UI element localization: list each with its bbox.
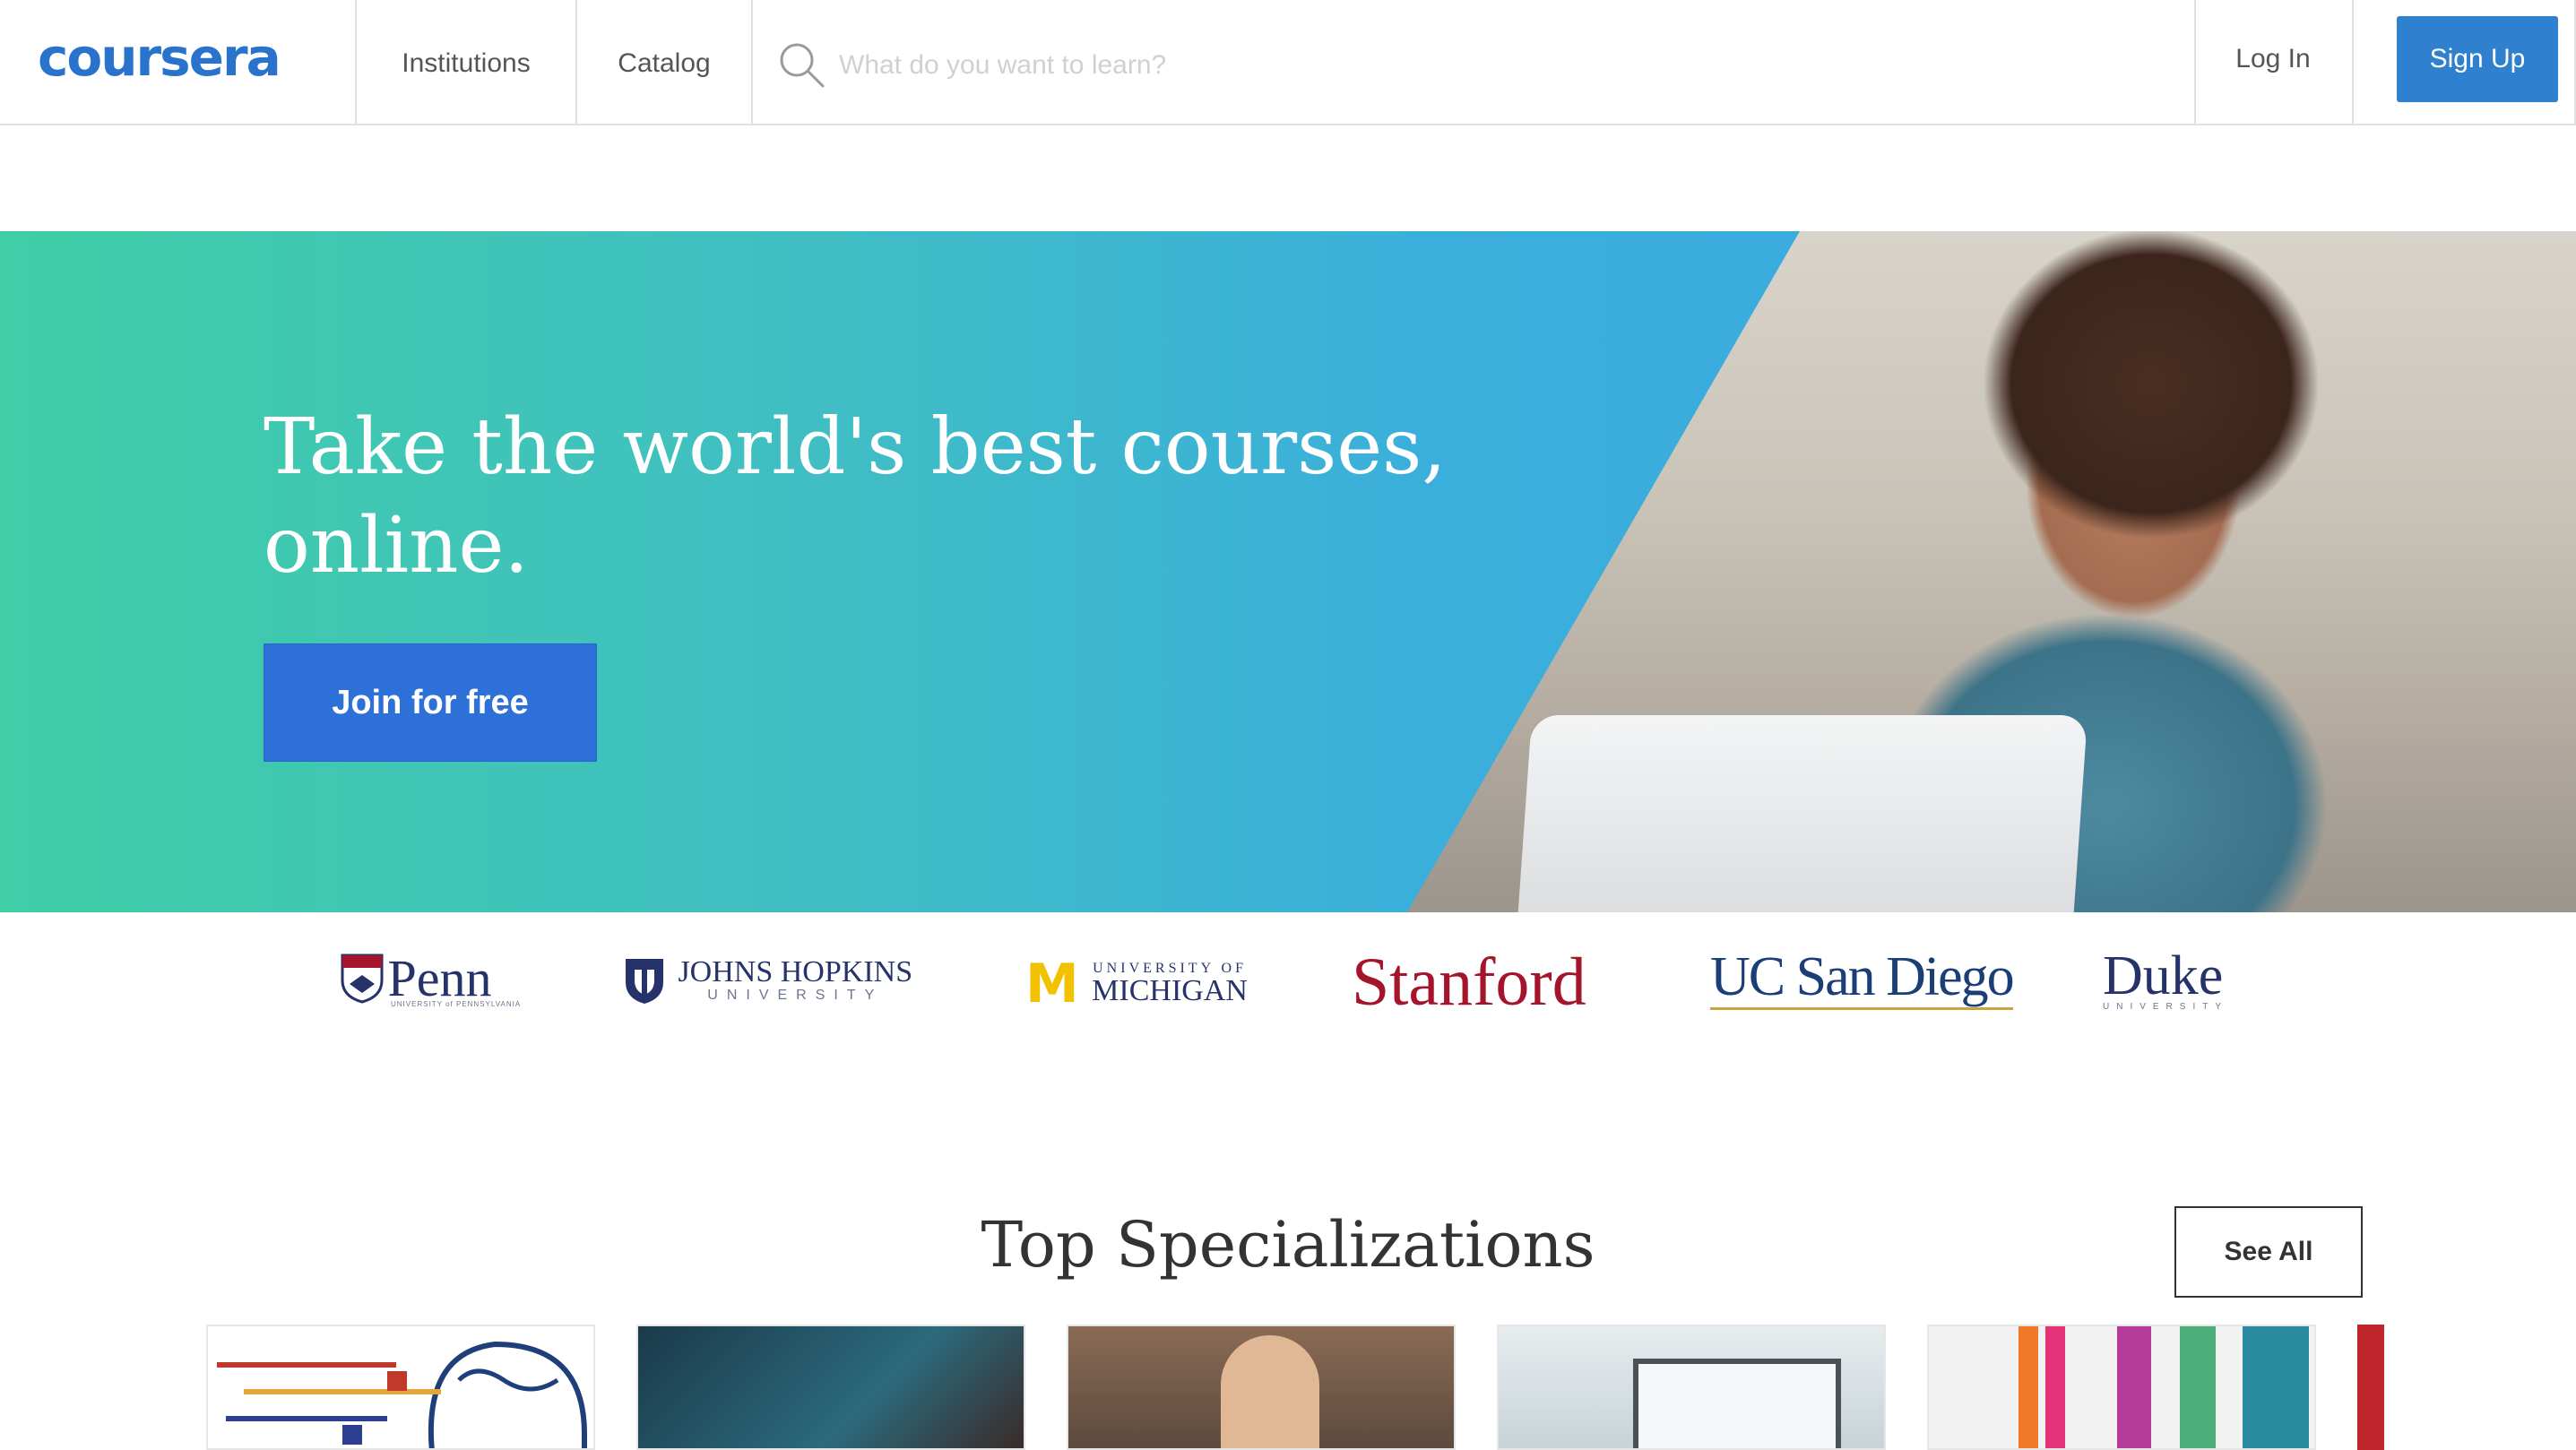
partner-logos-row: Penn UNIVERSITY of PENNSYLVANIA JOHNS HO…: [0, 912, 2576, 1074]
specialization-card[interactable]: [1067, 1325, 1456, 1450]
specialization-card[interactable]: [1497, 1325, 1886, 1450]
laptop-illustration: [1515, 715, 2088, 912]
nav-link-institutions[interactable]: Institutions: [357, 0, 575, 124]
johns-hopkins-shield-icon: [626, 959, 663, 1004]
penn-subtitle: UNIVERSITY of PENNSYLVANIA: [391, 1000, 522, 1008]
hero-title: Take the world's best courses, online.: [264, 398, 1518, 595]
join-for-free-button[interactable]: Join for free: [264, 643, 597, 762]
johns-hopkins-logo[interactable]: JOHNS HOPKINS UNIVERSITY: [624, 957, 912, 1006]
top-navbar: coursera Institutions Catalog Log In Sig…: [0, 0, 2576, 125]
michigan-wordmark: MICHIGAN: [1092, 974, 1248, 1007]
hero-photo-student-laptop: [1407, 231, 2576, 912]
uc-san-diego-wordmark: UC San Diego: [1710, 948, 2015, 1010]
nav-divider: [2352, 0, 2354, 124]
penn-shield-icon: [341, 954, 384, 1004]
stanford-wordmark: Stanford: [1352, 945, 1586, 1020]
hero-title-line2: online.: [264, 501, 529, 591]
specialization-card[interactable]: [1927, 1325, 2316, 1450]
nav-divider: [751, 0, 753, 124]
specialization-card[interactable]: [636, 1325, 1025, 1450]
uc-san-diego-logo[interactable]: UC San Diego: [1710, 948, 2015, 1010]
stanford-logo[interactable]: Stanford: [1352, 948, 1586, 1016]
duke-wordmark: Duke: [2103, 945, 2224, 1006]
michigan-logo[interactable]: M UNIVERSITY OF MICHIGAN: [1025, 953, 1248, 1015]
brain-illustration-icon: [217, 1341, 587, 1448]
specialization-card-partial[interactable]: [2357, 1325, 2384, 1450]
hero-banner: Take the world's best courses, online. J…: [0, 231, 2576, 912]
search-input[interactable]: [837, 36, 2167, 95]
see-all-button[interactable]: See All: [2174, 1206, 2363, 1298]
duke-subtitle: UNIVERSITY: [2103, 1002, 2229, 1012]
search-icon[interactable]: [778, 41, 825, 88]
johns-hopkins-wordmark: JOHNS HOPKINS: [678, 955, 913, 988]
monitor-illustration: [1633, 1359, 1841, 1448]
nav-link-catalog[interactable]: Catalog: [577, 0, 751, 124]
penn-wordmark: Penn: [387, 949, 492, 1007]
person-photo: [1221, 1335, 1319, 1448]
specialization-card[interactable]: [206, 1325, 595, 1450]
penn-logo[interactable]: Penn UNIVERSITY of PENNSYLVANIA: [341, 953, 522, 1008]
login-button[interactable]: Log In: [2196, 0, 2350, 124]
johns-hopkins-subtitle: UNIVERSITY: [707, 988, 884, 1003]
coursera-logo[interactable]: coursera: [38, 30, 281, 84]
hero-title-line1: Take the world's best courses,: [264, 402, 1447, 492]
signup-button[interactable]: Sign Up: [2397, 16, 2558, 102]
duke-logo[interactable]: Duke UNIVERSITY: [2103, 945, 2229, 1012]
michigan-block-m-icon: M: [1025, 953, 1079, 1015]
